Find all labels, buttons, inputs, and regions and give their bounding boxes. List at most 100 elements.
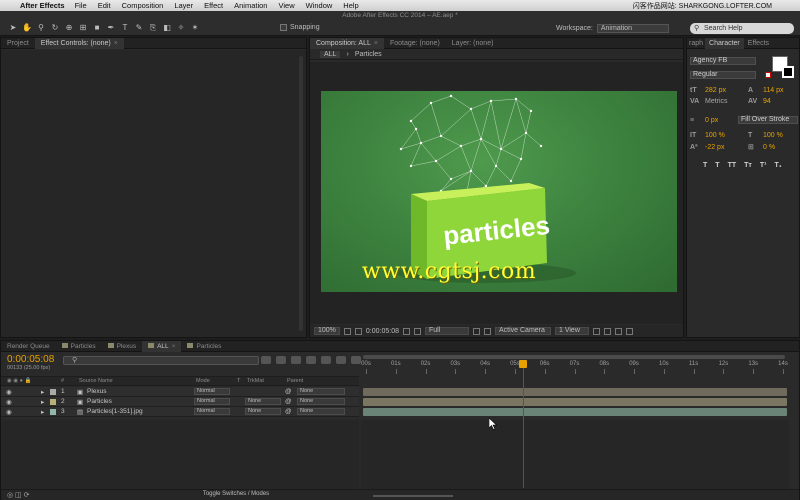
motion-blur-icon[interactable] [321,356,331,364]
composition-frame[interactable]: particles www.cgtsj.com [321,91,677,292]
camera-tool-icon[interactable]: ⊕ [64,23,74,33]
camera-select[interactable]: Active Camera [495,327,551,335]
tab-footage[interactable]: Footage: (none) [384,38,446,49]
layer-duration-bar[interactable] [363,398,787,406]
selection-tool-icon[interactable]: ➤ [8,23,18,33]
parent-pickwhip-icon[interactable]: @ [285,408,292,415]
expand-triangle-icon[interactable]: ▸ [41,388,44,396]
horizontal-scale-value[interactable]: 100 % [763,132,783,139]
menu-edit[interactable]: Edit [98,1,111,10]
tab-composition[interactable]: Composition: ALL × [310,37,384,49]
zoom-select[interactable]: 100% [314,327,340,335]
snapping-checkbox[interactable] [280,24,287,31]
layer-list-empty-area[interactable] [1,420,359,490]
layer-duration-bar[interactable] [363,408,787,416]
menu-composition[interactable]: Composition [122,1,164,10]
layer-search-input[interactable]: ⚲ [63,356,259,365]
tab-all-comp[interactable]: ALL × [142,340,182,352]
column-parent[interactable]: Parent [287,378,303,384]
layer-name[interactable]: Particles[1-351].jpg [87,408,143,415]
pen-tool-icon[interactable]: ✒ [106,23,116,33]
small-caps-button[interactable]: Tт [744,162,752,169]
menu-layer[interactable]: Layer [174,1,193,10]
puppet-tool-icon[interactable]: ✶ [190,23,200,33]
stroke-mode-select[interactable]: Fill Over Stroke [738,116,798,124]
font-family-select[interactable]: Agency FB [690,57,756,65]
blend-mode-select[interactable]: Normal [194,408,230,415]
zoom-tool-icon[interactable]: ⚲ [36,23,46,33]
close-icon[interactable]: × [114,40,118,47]
flowchart-icon[interactable] [626,327,633,335]
expand-triangle-icon[interactable]: ▸ [41,398,44,406]
font-size-value[interactable]: 282 px [705,87,745,94]
all-caps-button[interactable]: TT [728,162,737,169]
tab-effects[interactable]: Effects [744,38,773,49]
layer-label-color[interactable] [50,399,56,405]
menu-help[interactable]: Help [343,1,358,10]
work-area-bar[interactable] [363,355,785,359]
stroke-color-swatch[interactable] [782,66,794,78]
playhead-handle[interactable] [519,360,528,368]
search-help-input[interactable]: ⚲ Search Help [690,23,794,34]
leading-value[interactable]: 114 px [763,87,784,94]
parent-pickwhip-icon[interactable]: @ [285,398,292,405]
playhead-line[interactable] [523,368,525,488]
layer-row[interactable]: ◉ ▸ 1 ▣ Plexus Normal @ None [1,387,359,397]
menu-file[interactable]: File [75,1,87,10]
draft-3d-icon[interactable] [276,356,286,364]
stroke-width-value[interactable]: 0 px [705,117,735,124]
layer-name[interactable]: Particles [87,398,112,405]
time-ruler[interactable]: 00s 01s 02s 03s 04s 05s 06s 07s 08s 09s 10s 11s 12s 1… [361,353,789,377]
toggle-pixel-aspect-icon[interactable] [593,327,600,335]
timeline-current-time[interactable]: 0:00:05:08 [7,354,54,365]
tab-render-queue[interactable]: Render Queue [1,341,56,352]
column-trkmat[interactable]: TrkMat [247,378,264,384]
column-number[interactable]: # [61,378,64,384]
layer-duration-bar[interactable] [363,388,787,396]
brainstorm-icon[interactable] [336,356,346,364]
tsume-value[interactable]: 0 % [763,144,775,151]
parent-select[interactable]: None [297,388,345,395]
close-icon[interactable]: × [172,343,176,350]
parent-select[interactable]: None [297,408,345,415]
tab-plexus-comp[interactable]: Plexus [102,341,143,352]
transparency-grid-icon[interactable] [473,327,480,335]
faux-italic-button[interactable]: T [715,162,719,169]
rectangle-tool-icon[interactable]: ■ [92,23,102,33]
current-time-display[interactable]: 0:00:05:08 [366,328,399,335]
breadcrumb-particles[interactable]: Particles [355,51,382,58]
visibility-eye-icon[interactable]: ◉ [6,388,12,396]
menu-animation[interactable]: Animation [234,1,267,10]
workspace-select[interactable]: Animation [596,24,669,33]
mask-visibility-icon[interactable] [484,327,491,335]
snapshot-icon[interactable] [403,327,410,335]
track-matte-select[interactable]: None [245,408,281,415]
menu-app-name[interactable]: After Effects [20,1,65,10]
menu-window[interactable]: Window [306,1,333,10]
eraser-tool-icon[interactable]: ◧ [162,23,172,33]
column-source-name[interactable]: Source Name [79,378,113,384]
view-layout-select[interactable]: 1 View [555,327,589,335]
tab-layer[interactable]: Layer: (none) [446,38,500,49]
tab-particles-comp[interactable]: Particles [56,341,102,352]
tab-effect-controls[interactable]: Effect Controls: (none) × [34,37,124,49]
expand-triangle-icon[interactable]: ▸ [41,408,44,416]
tracking-value[interactable]: 94 [763,98,771,105]
brush-tool-icon[interactable]: ✎ [134,23,144,33]
no-color-swatch[interactable] [765,72,771,78]
pan-behind-tool-icon[interactable]: ⊞ [78,23,88,33]
visibility-eye-icon[interactable]: ◉ [6,408,12,416]
tab-character[interactable]: Character [705,37,744,49]
snapping-control[interactable]: Snapping [280,24,320,31]
clone-tool-icon[interactable]: ⎘ [148,23,158,33]
layer-row[interactable]: ◉ ▸ 2 ▣ Particles Normal None @ None [1,397,359,407]
kerning-value[interactable]: Metrics [705,98,745,105]
column-t[interactable]: T [237,378,240,384]
rotate-tool-icon[interactable]: ↻ [50,23,60,33]
menu-effect[interactable]: Effect [204,1,223,10]
comp-mini-flowchart-icon[interactable] [261,356,271,364]
timeline-toggle-icon[interactable] [615,327,622,335]
camera-snapshot-icon[interactable] [354,327,362,335]
font-style-select[interactable]: Regular [690,71,756,79]
baseline-shift-value[interactable]: -22 px [705,144,745,151]
